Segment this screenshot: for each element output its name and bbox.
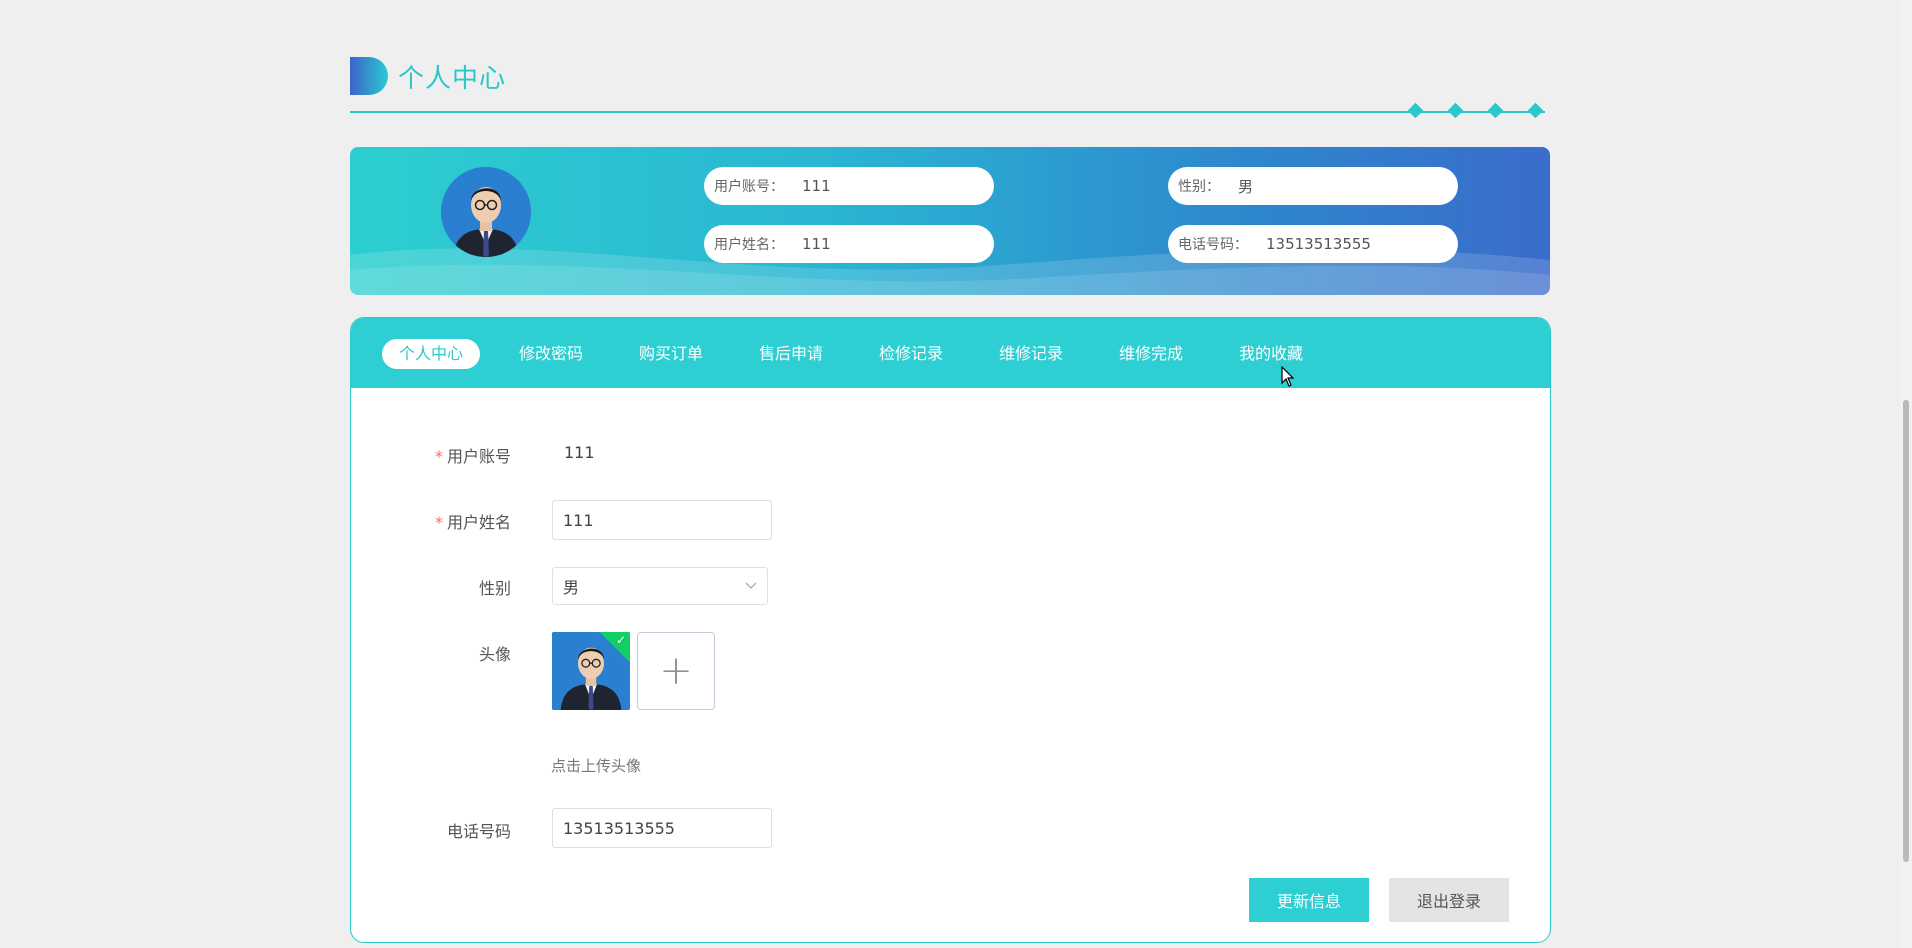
gender-select-value: 男 <box>563 578 580 597</box>
diamond-icon <box>1407 102 1424 119</box>
gender-select[interactable]: 男 <box>552 567 768 605</box>
account-value: 111 <box>564 443 595 462</box>
banner-phone-pill: 电话号码： 13513513555 <box>1168 225 1458 263</box>
tab-bar: 个人中心 修改密码 购买订单 售后申请 检修记录 维修记录 维修完成 我的收藏 <box>351 318 1550 388</box>
banner-account-value: 111 <box>802 177 831 195</box>
plus-icon: + <box>659 648 693 694</box>
phone-label: 电话号码 <box>446 822 511 841</box>
banner-account-pill: 用户账号： 111 <box>704 167 994 205</box>
avatar-label: 头像 <box>478 645 511 664</box>
profile-card: 个人中心 修改密码 购买订单 售后申请 检修记录 维修记录 维修完成 我的收藏 … <box>350 317 1551 943</box>
diamond-icon <box>1527 102 1544 119</box>
avatar <box>441 167 531 257</box>
update-info-button[interactable]: 更新信息 <box>1249 878 1369 922</box>
banner-gender-pill: 性别： 男 <box>1168 167 1458 205</box>
page-scrollbar[interactable] <box>1900 0 1912 948</box>
page-title-row: 个人中心 <box>350 55 506 97</box>
tab-repair-completed[interactable]: 维修完成 <box>1119 339 1183 369</box>
upload-add-button[interactable]: + <box>637 632 715 710</box>
banner-name-pill: 用户姓名： 111 <box>704 225 994 263</box>
name-label-text: 用户姓名 <box>446 513 511 532</box>
mouse-cursor-icon <box>1281 366 1295 387</box>
banner-gender-value: 男 <box>1238 177 1254 196</box>
page-title: 个人中心 <box>398 63 507 94</box>
tab-after-sales[interactable]: 售后申请 <box>759 339 823 369</box>
chevron-down-icon <box>745 582 757 589</box>
tab-personal-center[interactable]: 个人中心 <box>382 339 481 369</box>
tab-my-favorites[interactable]: 我的收藏 <box>1239 339 1303 369</box>
scrollbar-thumb[interactable] <box>1903 400 1909 862</box>
phone-input[interactable] <box>552 808 772 848</box>
logout-button[interactable]: 退出登录 <box>1389 878 1509 922</box>
gender-label: 性别 <box>478 579 511 598</box>
required-mark: * <box>434 513 443 532</box>
account-label: * 用户账号 <box>381 443 511 467</box>
banner-name-label: 用户姓名： <box>714 237 784 253</box>
banner-phone-label: 电话号码： <box>1178 237 1248 253</box>
diamond-icon <box>1447 102 1464 119</box>
name-label: * 用户姓名 <box>381 509 511 533</box>
tab-change-password[interactable]: 修改密码 <box>519 339 583 369</box>
user-photo-icon <box>441 167 531 257</box>
tab-inspection-records[interactable]: 检修记录 <box>879 339 943 369</box>
required-mark: * <box>434 447 443 466</box>
title-badge-icon <box>350 57 388 95</box>
title-divider <box>350 111 1545 113</box>
upload-tip: 点击上传头像 <box>551 757 642 775</box>
name-input[interactable] <box>552 500 772 540</box>
diamond-icon <box>1487 102 1504 119</box>
banner-name-value: 111 <box>802 235 831 253</box>
uploaded-avatar[interactable]: ✓ <box>552 632 630 710</box>
account-label-text: 用户账号 <box>446 447 511 466</box>
check-icon: ✓ <box>615 633 626 647</box>
tab-purchase-orders[interactable]: 购买订单 <box>639 339 703 369</box>
banner-phone-value: 13513513555 <box>1266 235 1371 253</box>
profile-banner: 用户账号： 111 用户姓名： 111 性别： 男 电话号码： 13513513… <box>350 147 1550 295</box>
tab-repair-records[interactable]: 维修记录 <box>999 339 1063 369</box>
banner-gender-label: 性别： <box>1178 179 1220 195</box>
banner-account-label: 用户账号： <box>714 179 784 195</box>
